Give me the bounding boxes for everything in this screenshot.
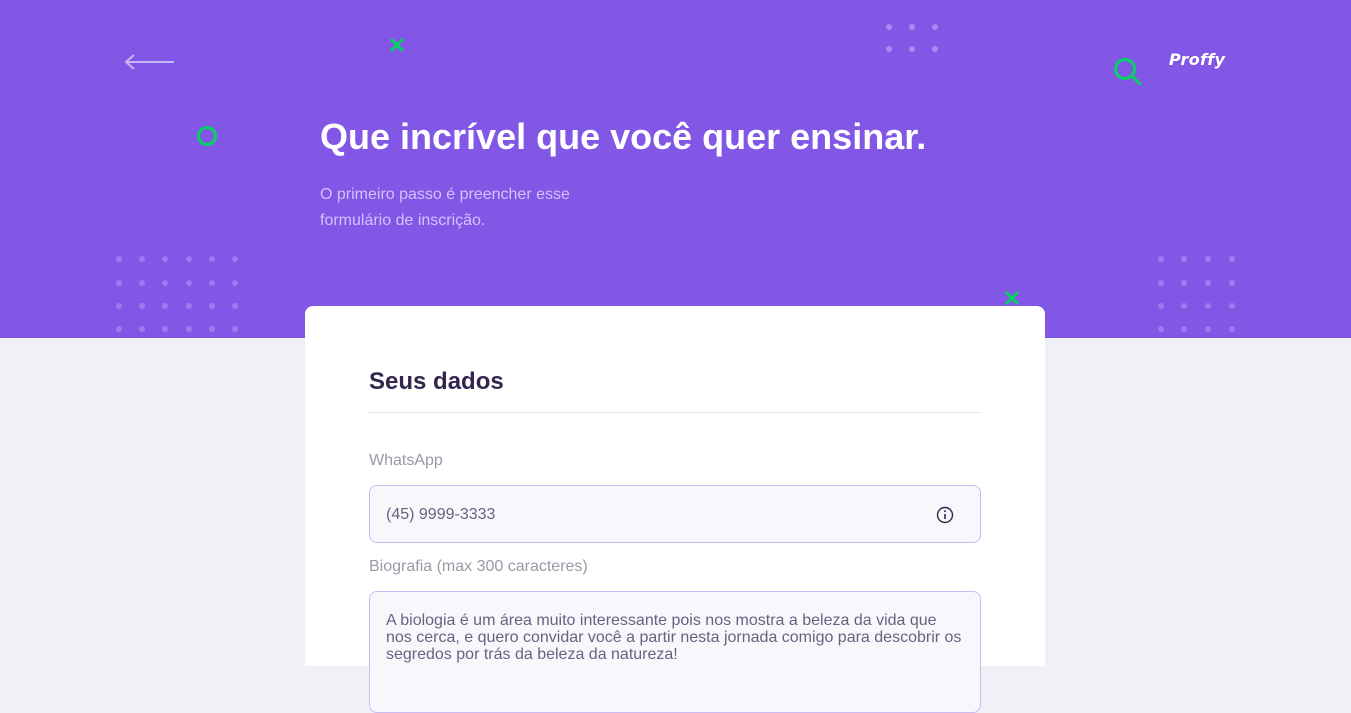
search-icon [1114,58,1142,86]
circle-outline-icon [197,126,217,146]
dot-grid-icon [1158,256,1235,332]
info-icon[interactable] [936,506,954,524]
x-mark-icon [1004,290,1020,306]
dot-grid-icon [116,256,238,332]
whatsapp-label: WhatsApp [369,452,443,469]
whatsapp-input[interactable]: (45) 9999-3333 [369,485,981,543]
bio-textarea[interactable]: A biologia é um área muito interessante … [369,591,981,713]
back-arrow-icon[interactable] [124,52,176,72]
page-header: Proffy Que incrível que você quer ensina… [0,0,1351,338]
page-subtitle: O primeiro passo é preencher esse formul… [320,186,570,229]
page-title: Que incrível que você quer ensinar. [320,116,927,157]
brand-logo: Proffy [1169,50,1226,69]
x-mark-icon [389,37,405,53]
bio-value: A biologia é um área muito interessante … [386,612,962,663]
section-divider [369,412,981,413]
whatsapp-value: (45) 9999-3333 [386,506,496,523]
dot-grid-icon [886,24,938,52]
form-card: Seus dados WhatsApp (45) 9999-3333 Biogr… [305,306,1045,713]
section-title: Seus dados [369,368,504,395]
bio-label: Biografia (max 300 caracteres) [369,558,588,575]
